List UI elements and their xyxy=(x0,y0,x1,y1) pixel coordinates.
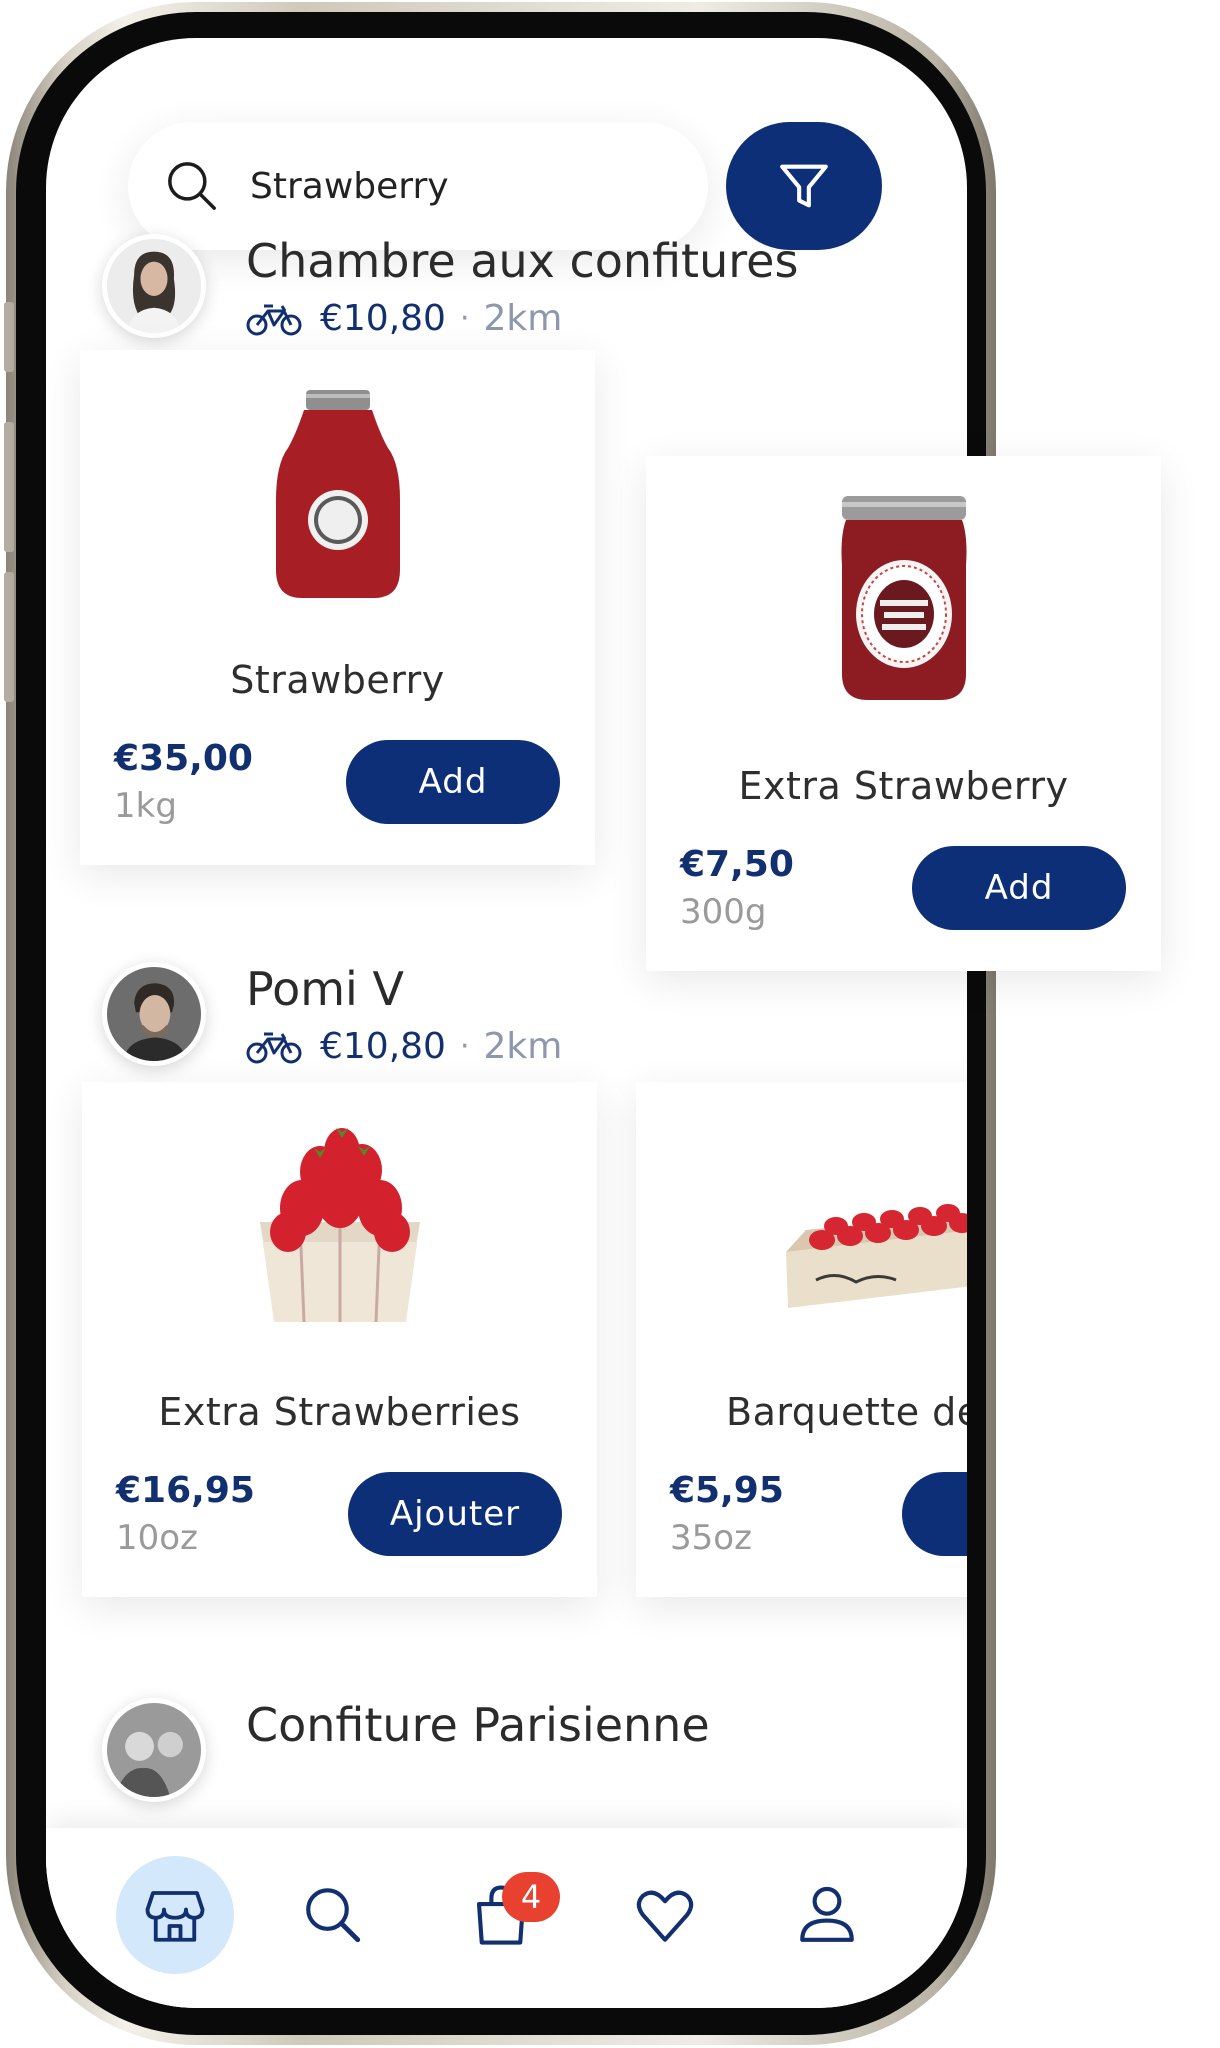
product-weight: 1kg xyxy=(114,786,177,826)
meta-separator: · xyxy=(459,1029,470,1064)
tab-shops[interactable] xyxy=(116,1856,234,1974)
search-bar[interactable] xyxy=(128,122,708,250)
avatar xyxy=(102,234,206,338)
shop-meta: €10,80 · 2km xyxy=(246,298,562,339)
profile-icon xyxy=(800,1886,854,1942)
filter-icon xyxy=(780,164,828,208)
meta-separator: · xyxy=(459,301,470,336)
product-image xyxy=(80,390,595,600)
shop-icon xyxy=(145,1891,205,1942)
product-card[interactable]: Barquette de €5,95 35oz xyxy=(636,1082,967,1597)
bicycle-icon xyxy=(246,1032,302,1063)
add-button[interactable] xyxy=(902,1472,967,1556)
tab-search[interactable] xyxy=(274,1856,392,1974)
tab-bar: 4 xyxy=(46,1828,967,2008)
shop-distance: 2km xyxy=(483,1026,563,1067)
avatar xyxy=(102,962,206,1066)
side-button xyxy=(4,572,14,702)
product-price: €7,50 xyxy=(680,844,794,885)
shop-name: Confiture Parisienne xyxy=(246,1698,710,1752)
side-button xyxy=(4,422,14,552)
product-weight: 35oz xyxy=(670,1518,752,1558)
cart-badge: 4 xyxy=(502,1872,560,1922)
product-weight: 300g xyxy=(680,892,767,932)
avatar xyxy=(102,1698,206,1802)
delivery-fee: €10,80 xyxy=(320,298,446,339)
bicycle-icon xyxy=(246,304,302,335)
product-price: €16,95 xyxy=(116,1470,255,1511)
add-button[interactable]: Add xyxy=(912,846,1126,930)
shop-meta: €10,80 · 2km xyxy=(246,1026,562,1067)
product-card[interactable]: Extra Strawberry €7,50 300g Add xyxy=(646,456,1161,971)
filter-button[interactable] xyxy=(726,122,882,250)
shop-name: Pomi V xyxy=(246,962,404,1016)
product-card[interactable]: Extra Strawberries €16,95 10oz Ajouter xyxy=(82,1082,597,1597)
heart-icon xyxy=(636,1890,694,1942)
product-image xyxy=(646,496,1161,706)
product-image xyxy=(636,1122,967,1332)
product-name: Barquette de xyxy=(726,1390,967,1434)
product-name: Strawberry xyxy=(230,658,445,702)
product-image xyxy=(82,1122,597,1332)
delivery-fee: €10,80 xyxy=(320,1026,446,1067)
product-name: Extra Strawberries xyxy=(158,1390,521,1434)
shop-distance: 2km xyxy=(483,298,563,339)
product-price: €35,00 xyxy=(114,738,253,779)
tab-profile[interactable] xyxy=(768,1856,886,1974)
add-button[interactable]: Ajouter xyxy=(348,1472,562,1556)
product-name: Extra Strawberry xyxy=(738,764,1069,808)
shop-name: Chambre aux confitures xyxy=(246,234,799,288)
search-input[interactable] xyxy=(250,165,650,207)
tab-favorites[interactable] xyxy=(606,1856,724,1974)
search-icon xyxy=(168,162,216,210)
product-card[interactable]: Strawberry €35,00 1kg Add xyxy=(80,350,595,865)
search-icon xyxy=(306,1888,361,1943)
screen: Chambre aux confitures €10,80 · 2km xyxy=(46,38,967,2008)
product-price: €5,95 xyxy=(670,1470,784,1511)
side-button xyxy=(4,302,14,372)
phone-frame: Chambre aux confitures €10,80 · 2km xyxy=(4,2,996,2045)
tab-cart[interactable]: 4 xyxy=(442,1856,560,1974)
add-button[interactable]: Add xyxy=(346,740,560,824)
product-weight: 10oz xyxy=(116,1518,198,1558)
